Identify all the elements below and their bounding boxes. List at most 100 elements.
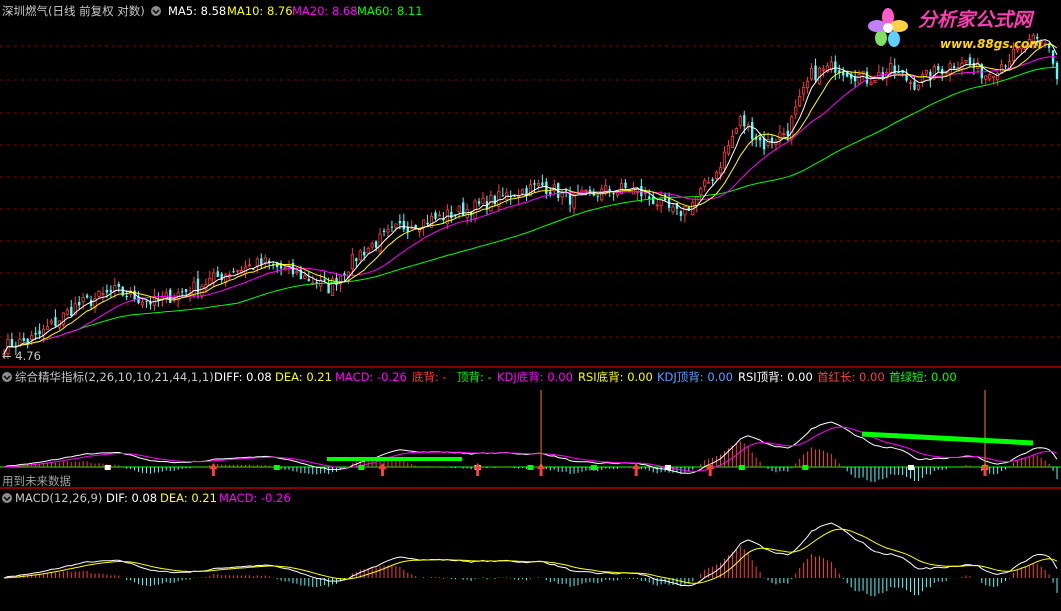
candle-body [109, 289, 113, 292]
bottom-divergence: 底背: - [412, 370, 447, 384]
candle-body [105, 289, 109, 293]
candle-body [924, 69, 928, 75]
price-menu-icon[interactable] [151, 6, 161, 16]
kdj-bottom-divergence: KDJ底背: 0.00 [497, 370, 573, 384]
candle-body [809, 67, 814, 80]
candle-body [247, 264, 252, 267]
candle-body [652, 196, 655, 205]
candle-body [350, 254, 354, 270]
candle-body [802, 86, 806, 95]
candle-body [738, 116, 742, 127]
candle-body [908, 82, 913, 84]
candle-body [718, 167, 723, 175]
candle-body [180, 291, 184, 293]
candle-body [584, 189, 588, 192]
first-red-long: 首红长: 0.00 [817, 370, 885, 384]
candle-body [758, 137, 762, 141]
candle-body [711, 179, 714, 182]
candle-body [1055, 62, 1059, 80]
candle-body [762, 138, 766, 150]
candle-body [489, 195, 493, 212]
candle-body [659, 197, 663, 207]
rsi-top-divergence: RSI顶背: 0.00 [738, 370, 813, 384]
candle-body [782, 133, 786, 135]
candle-body [1004, 65, 1007, 67]
stock-chart[interactable]: 深圳燃气(日线 前复权 对数) MA5: 8.58 MA10: 8.76 MA2… [0, 0, 1061, 611]
candle-body [263, 257, 267, 263]
candle-body [501, 195, 504, 197]
macd-macd-value: MACD: -0.26 [219, 491, 291, 505]
candle-body [695, 196, 699, 206]
candle-body [303, 275, 307, 279]
composite-indicator-panel[interactable] [0, 390, 1061, 482]
macd-panel[interactable] [3, 522, 1058, 597]
candle-body [568, 193, 572, 205]
candle-body [30, 335, 34, 340]
candle-body [873, 80, 877, 83]
candle-body [572, 193, 576, 209]
candle-body [22, 338, 25, 341]
candle-body [235, 269, 240, 272]
candle-body [964, 59, 968, 63]
future-data-note: 用到未来数据 [2, 474, 71, 488]
macd-menu-icon[interactable] [2, 493, 12, 503]
candle-body [624, 182, 627, 188]
candle-body [1047, 44, 1051, 48]
candle-body [683, 206, 687, 216]
candle-body [355, 258, 358, 262]
candle-body [101, 292, 105, 296]
candle-body [140, 301, 145, 306]
indicator-menu-icon[interactable] [2, 372, 12, 382]
candle-body [679, 211, 683, 216]
macd-value: MACD: -0.26 [335, 370, 407, 384]
ma60-value: MA60: 8.11 [357, 4, 423, 18]
candle-body [78, 301, 81, 306]
candle-body [145, 300, 148, 302]
candle-body [457, 205, 461, 213]
candle-body [426, 222, 429, 225]
candle-body [481, 197, 485, 204]
top-divergence-band [861, 431, 1034, 446]
signal-marker [664, 465, 671, 470]
watermark-url: www.88gs.com [940, 37, 1042, 51]
candle-body [916, 84, 921, 90]
ma20-value: MA20: 8.68 [292, 4, 358, 18]
candle-body [984, 75, 988, 80]
candle-body [450, 211, 453, 218]
candlesticks[interactable] [2, 32, 1059, 360]
ma10-value: MA10: 8.76 [227, 4, 293, 18]
candle-body [382, 230, 386, 232]
candle-body [726, 145, 731, 155]
candle-body [192, 281, 196, 296]
candle-body [49, 320, 54, 324]
candle-body [790, 116, 794, 140]
candle-body [952, 66, 956, 69]
candle-body [260, 258, 263, 265]
candle-body [434, 212, 437, 219]
candle-body [821, 68, 826, 71]
candle-body [462, 202, 465, 216]
candle-body [968, 57, 972, 65]
watermark-logo: 分析家公式网 www.88gs.com [868, 8, 1042, 51]
candle-body [394, 223, 398, 228]
candle-body [513, 196, 516, 198]
candle-body [992, 75, 996, 78]
up-arrow-icon [209, 463, 218, 476]
candle-body [390, 226, 394, 228]
candle-body [216, 271, 219, 277]
ma10-line [3, 43, 1058, 354]
candle-body [751, 122, 754, 140]
candle-body [612, 193, 615, 195]
candle-body [97, 291, 101, 297]
candle-body [370, 243, 374, 248]
candle-body [687, 207, 691, 211]
ma5-value: MA5: 8.58 [168, 4, 226, 18]
candle-body [402, 221, 406, 230]
candle-body [671, 206, 675, 213]
first-green-short: 首绿短: 0.00 [889, 370, 957, 384]
candle-body [600, 188, 604, 201]
candle-body [200, 285, 204, 297]
candle-body [363, 251, 366, 256]
signal-marker [104, 465, 111, 470]
candle-body [366, 247, 370, 254]
